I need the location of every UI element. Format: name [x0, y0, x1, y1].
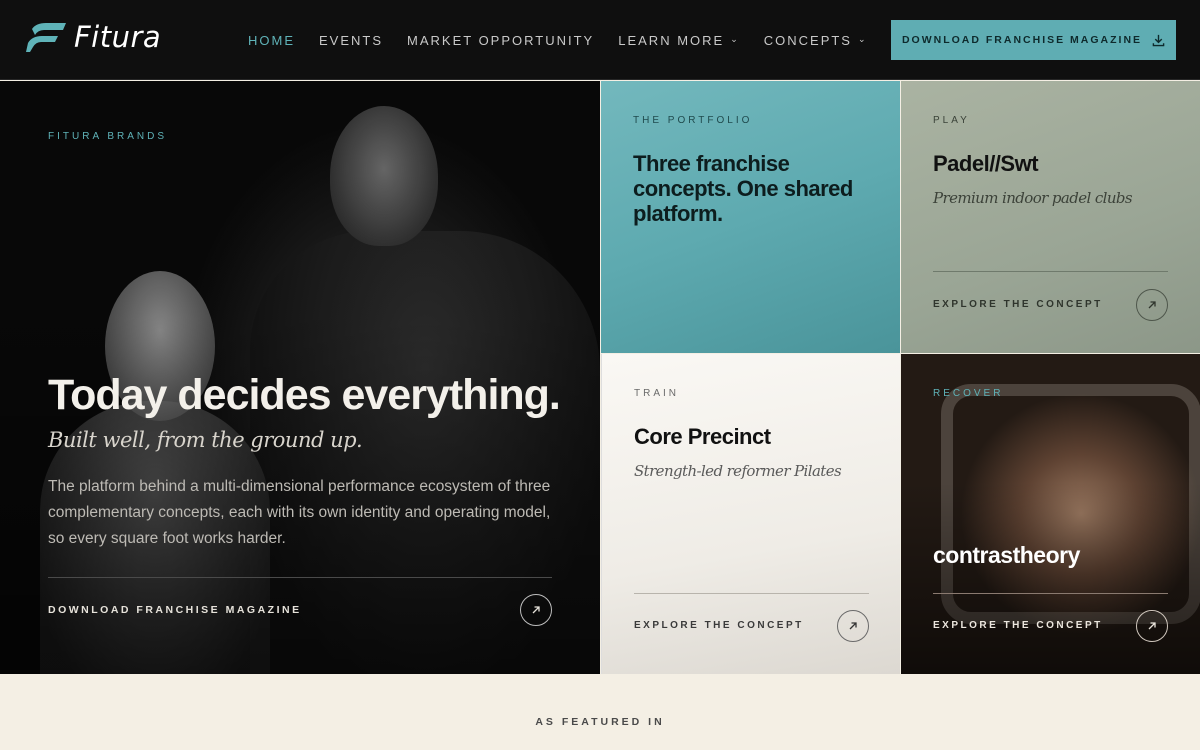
recover-title: contrastheory — [933, 542, 1080, 568]
portfolio-title: Three franchise concepts. One shared pla… — [633, 151, 853, 226]
nav-concepts[interactable]: CONCEPTS ⌄ — [764, 33, 868, 48]
nav-label: MARKET OPPORTUNITY — [407, 32, 595, 48]
concept-tile-recover[interactable]: RECOVER contrastheory EXPLORE THE CONCEP… — [901, 354, 1200, 674]
divider — [933, 593, 1168, 594]
logo-text: Fitura — [74, 20, 162, 54]
chevron-down-icon: ⌄ — [857, 33, 868, 44]
play-explore-link[interactable]: EXPLORE THE CONCEPT — [933, 299, 1103, 310]
hero-eyebrow: FITURA BRANDS — [48, 131, 168, 142]
hero-title: Today decides everything. — [48, 371, 561, 419]
arrow-up-right-icon — [1148, 301, 1156, 309]
train-subtitle: Strength-led reformer Pilates — [634, 462, 842, 480]
arrow-up-right-icon — [1148, 622, 1156, 630]
logo[interactable]: Fitura — [26, 20, 161, 54]
nav-market-opportunity[interactable]: MARKET OPPORTUNITY — [407, 33, 594, 48]
divider — [634, 593, 869, 594]
featured-section: AS FEATURED IN — [0, 674, 1200, 750]
play-title: Padel//Swt — [933, 151, 1039, 176]
train-explore-link[interactable]: EXPLORE THE CONCEPT — [634, 620, 804, 631]
hero-download-link[interactable]: DOWNLOAD FRANCHISE MAGAZINE — [48, 604, 302, 616]
site-header: Fitura HOME EVENTS MARKET OPPORTUNITY LE… — [0, 0, 1200, 80]
nav-label: LEARN MORE — [618, 32, 725, 48]
hero-subtitle: Built well, from the ground up. — [48, 428, 363, 452]
hero-arrow-button[interactable] — [520, 594, 552, 626]
nav-label: CONCEPTS — [763, 32, 852, 48]
concept-tile-train[interactable]: TRAIN Core Precinct Strength-led reforme… — [601, 354, 900, 674]
recover-eyebrow: RECOVER — [933, 388, 1004, 399]
download-icon — [1152, 34, 1165, 46]
chevron-down-icon: ⌄ — [730, 33, 740, 44]
train-eyebrow: TRAIN — [634, 388, 679, 399]
divider — [48, 577, 552, 578]
recover-explore-link[interactable]: EXPLORE THE CONCEPT — [933, 620, 1103, 631]
portfolio-tile: THE PORTFOLIO Three franchise concepts. … — [601, 81, 900, 353]
cta-label: DOWNLOAD FRANCHISE MAGAZINE — [901, 34, 1143, 46]
divider — [933, 271, 1168, 272]
arrow-up-right-icon — [532, 606, 540, 614]
download-magazine-button[interactable]: DOWNLOAD FRANCHISE MAGAZINE — [891, 20, 1176, 60]
hero-section: FITURA BRANDS Today decides everything. … — [0, 81, 600, 674]
play-subtitle: Premium indoor padel clubs — [933, 189, 1133, 207]
nav-label: EVENTS — [319, 32, 384, 48]
play-arrow-button[interactable] — [1136, 289, 1168, 321]
concept-tile-play[interactable]: PLAY Padel//Swt Premium indoor padel clu… — [901, 81, 1200, 353]
portfolio-eyebrow: THE PORTFOLIO — [633, 115, 753, 126]
arrow-up-right-icon — [849, 622, 857, 630]
recover-arrow-button[interactable] — [1136, 610, 1168, 642]
featured-label: AS FEATURED IN — [535, 716, 665, 728]
nav-home[interactable]: HOME — [248, 33, 295, 48]
play-eyebrow: PLAY — [933, 115, 970, 126]
train-title: Core Precinct — [634, 424, 771, 449]
main-nav: HOME EVENTS MARKET OPPORTUNITY LEARN MOR… — [248, 0, 892, 80]
nav-label: HOME — [248, 32, 295, 48]
hero-body: The platform behind a multi-dimensional … — [48, 478, 551, 547]
fitura-logo-mark-icon — [26, 23, 66, 52]
nav-events[interactable]: EVENTS — [319, 33, 383, 48]
nav-learn-more[interactable]: LEARN MORE ⌄ — [618, 33, 740, 48]
train-arrow-button[interactable] — [837, 610, 869, 642]
